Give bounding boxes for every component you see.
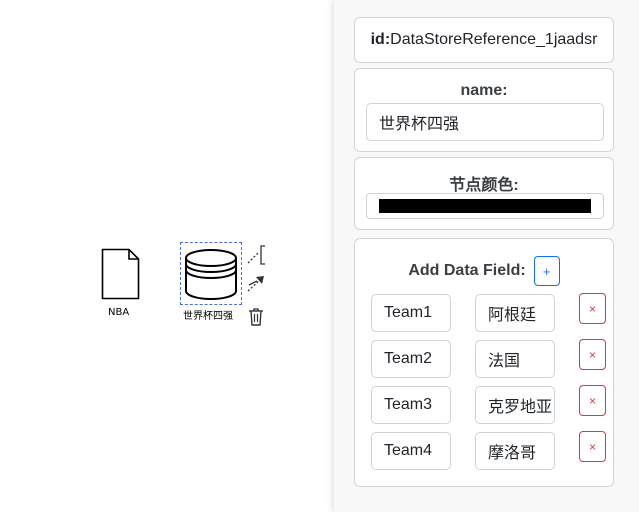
delete-field-button[interactable]: × [579,293,606,324]
id-value: DataStoreReference_1jaadsr [390,31,598,48]
field-row: Team3 克罗地亚 × [371,385,607,424]
trash-icon[interactable] [248,307,264,327]
data-fields-card: Add Data Field: + Team1 阿根廷 × Team2 法国 ×… [354,238,614,487]
diagram-canvas[interactable]: NBA 世界杯四强 [0,0,334,512]
node-color-picker[interactable] [366,193,604,219]
connect-arrow-icon[interactable] [246,273,266,293]
field-value-input[interactable]: 法国 [475,340,555,378]
data-store-icon [185,249,237,300]
name-card: name: 世界杯四强 [354,68,614,152]
field-value-input[interactable]: 克罗地亚 [475,386,555,424]
properties-panel: id: DataStoreReference_1jaadsr name: 世界杯… [334,0,639,512]
field-key-input[interactable]: Team3 [371,386,451,424]
data-object-icon [101,248,140,300]
node-color-label: 节点颜色: [449,177,519,194]
delete-field-button[interactable]: × [579,385,606,416]
field-row: Team4 摩洛哥 × [371,431,607,470]
add-field-row: Add Data Field: + [355,256,613,286]
data-store-world-cup[interactable] [184,249,238,301]
id-label: id: [370,31,391,48]
field-key-input[interactable]: Team4 [371,432,451,470]
name-label: name: [460,82,508,99]
delete-field-button[interactable]: × [579,431,606,462]
field-value-input[interactable]: 摩洛哥 [475,432,555,470]
color-swatch [379,199,591,213]
data-object-nba[interactable] [101,248,140,300]
field-key-input[interactable]: Team1 [371,294,451,332]
data-object-label: NBA [108,307,130,318]
field-row: Team2 法国 × [371,339,607,378]
text-annotation-icon[interactable] [246,245,266,265]
add-data-field-label: Add Data Field: [408,262,526,279]
field-row: Team1 阿根廷 × [371,293,607,332]
delete-field-button[interactable]: × [579,339,606,370]
field-key-input[interactable]: Team2 [371,340,451,378]
field-value-input[interactable]: 阿根廷 [475,294,555,332]
id-card: id: DataStoreReference_1jaadsr [354,17,614,63]
name-input[interactable]: 世界杯四强 [366,103,604,141]
data-store-label: 世界杯四强 [183,311,233,322]
color-card: 节点颜色: [354,157,614,230]
add-field-button[interactable]: + [533,256,560,286]
